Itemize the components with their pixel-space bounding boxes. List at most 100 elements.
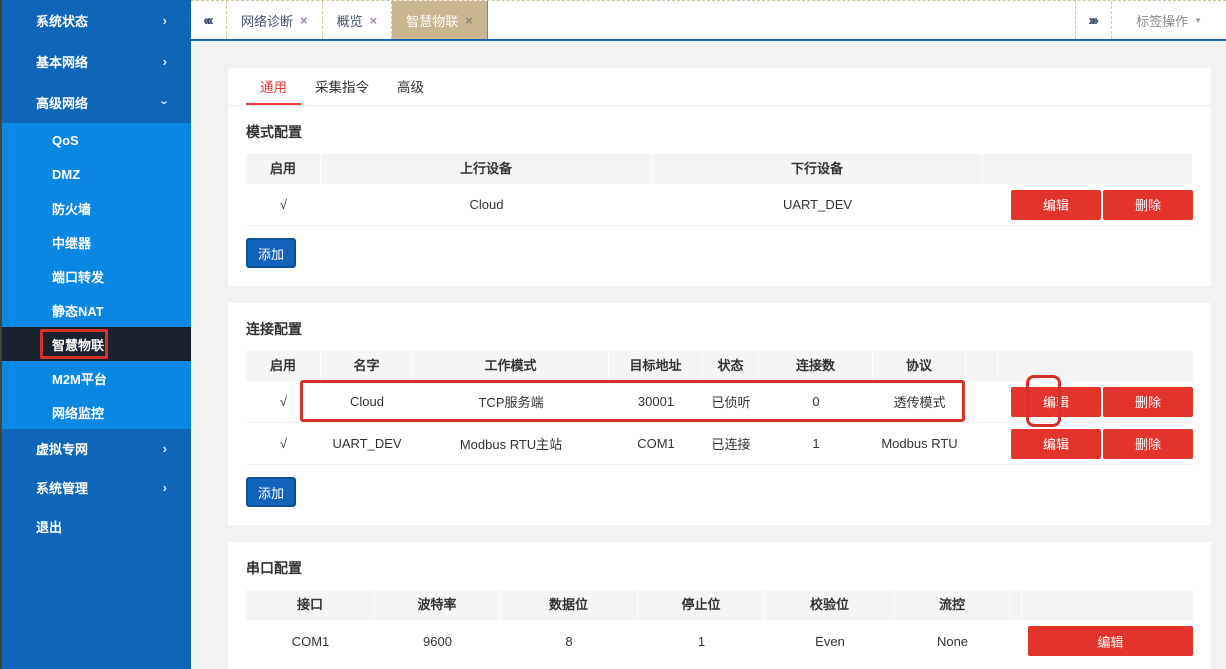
tab-advanced[interactable]: 高级 — [383, 68, 438, 105]
add-button[interactable]: 添加 — [246, 477, 296, 507]
tab-label: 智慧物联 — [406, 11, 458, 30]
col-header-interface: 接口 — [246, 590, 375, 620]
sidebar-item-smart-iot[interactable]: 智慧物联 — [0, 327, 191, 361]
sidebar: 系统状态 › 基本网络 › 高级网络 › QoS DMZ 防火墙 中继器 端口转… — [0, 0, 191, 669]
sidebar-item-advanced-network[interactable]: 高级网络 › — [0, 82, 191, 123]
col-header-spacer — [1010, 590, 1022, 620]
delete-button[interactable]: 删除 — [1103, 429, 1193, 459]
col-header-name: 名字 — [321, 351, 413, 381]
sidebar-item-label: 高级网络 — [36, 93, 88, 112]
sidebar-item-port-forwarding[interactable]: 端口转发 — [0, 259, 191, 293]
tab-label: 网络诊断 — [241, 11, 293, 30]
sub-item-label: DMZ — [52, 167, 80, 182]
cell-protocol: 透传模式 — [873, 392, 966, 411]
sub-item-label: 静态NAT — [52, 301, 104, 320]
connection-config-table: 启用 名字 工作模式 目标地址 状态 连接数 协议 √ Cloud TCP服务端… — [246, 351, 1193, 465]
sub-item-label: 中继器 — [52, 233, 91, 252]
sidebar-item-static-nat[interactable]: 静态NAT — [0, 293, 191, 327]
panel-connection: 连接配置 启用 名字 工作模式 目标地址 状态 连接数 协议 √ Cloud T… — [228, 303, 1211, 525]
sub-item-label: QoS — [52, 133, 79, 148]
chevron-right-icon: › — [163, 441, 167, 456]
close-icon[interactable]: × — [300, 13, 308, 28]
col-header-status: 状态 — [703, 351, 759, 381]
tab-menu-label: 标签操作 — [1136, 11, 1188, 30]
content-tabs: 通用 采集指令 高级 — [228, 68, 1211, 106]
check-mark: √ — [246, 197, 321, 212]
tab-general[interactable]: 通用 — [246, 68, 301, 105]
sidebar-item-vpn[interactable]: 虚拟专网 › — [0, 429, 191, 468]
chevron-right-icon: › — [163, 13, 167, 28]
tab-operations-menu[interactable]: 标签操作 ▼ — [1111, 1, 1226, 39]
sidebar-item-dmz[interactable]: DMZ — [0, 157, 191, 191]
sub-item-label: 网络监控 — [52, 403, 104, 422]
tab-smart-iot[interactable]: 智慧物联 × — [392, 1, 488, 39]
sidebar-bottom: 虚拟专网 › 系统管理 › 退出 — [0, 429, 191, 546]
section-title: 串口配置 — [246, 558, 1193, 578]
sidebar-item-network-monitor[interactable]: 网络监控 — [0, 395, 191, 429]
col-header-enable: 启用 — [246, 154, 321, 184]
col-header-work-mode: 工作模式 — [413, 351, 609, 381]
delete-button[interactable]: 删除 — [1103, 190, 1193, 220]
cell-protocol: Modbus RTU — [873, 436, 966, 451]
double-chevron-right-icon: » — [1091, 12, 1099, 29]
check-mark: √ — [246, 436, 321, 451]
table-row-com1: COM1 9600 8 1 Even None 编辑 — [246, 620, 1193, 662]
window-edge — [0, 0, 2, 669]
edit-button[interactable]: 编辑 — [1011, 387, 1101, 417]
cell-name: UART_DEV — [321, 436, 413, 451]
section-gap — [228, 525, 1211, 542]
sub-item-label: 智慧物联 — [52, 335, 104, 354]
sidebar-item-system-status[interactable]: 系统状态 › — [0, 0, 191, 41]
table-row-uart: √ UART_DEV Modbus RTU主站 COM1 已连接 1 Modbu… — [246, 423, 1193, 465]
panel-serial: 串口配置 接口 波特率 数据位 停止位 校验位 流控 COM1 9600 8 1 — [228, 542, 1211, 669]
ctab-label: 高级 — [397, 76, 424, 96]
close-icon[interactable]: × — [465, 13, 473, 28]
edit-button[interactable]: 编辑 — [1028, 626, 1193, 656]
sidebar-item-logout[interactable]: 退出 — [0, 507, 191, 546]
tab-collection-commands[interactable]: 采集指令 — [301, 68, 383, 105]
cell-target-address: 30001 — [609, 394, 703, 409]
col-header-parity: 校验位 — [765, 590, 895, 620]
sidebar-item-label: 系统状态 — [36, 11, 88, 30]
sidebar-item-label: 退出 — [36, 517, 62, 536]
cell-parity: Even — [765, 634, 895, 649]
scroll-tabs-right-icon[interactable]: »» — [1075, 1, 1111, 39]
col-header-actions — [998, 351, 1193, 381]
serial-config-table: 接口 波特率 数据位 停止位 校验位 流控 COM1 9600 8 1 Even… — [246, 590, 1193, 662]
chevron-down-icon: › — [157, 100, 172, 104]
cell-target-address: COM1 — [609, 436, 703, 451]
tab-overview[interactable]: 概览 × — [323, 1, 393, 39]
sidebar-item-firewall[interactable]: 防火墙 — [0, 191, 191, 225]
sub-item-label: 防火墙 — [52, 199, 91, 218]
cell-work-mode: Modbus RTU主站 — [413, 434, 609, 453]
tab-network-diagnosis[interactable]: 网络诊断 × — [227, 1, 323, 39]
cell-flow-control: None — [895, 634, 1010, 649]
table-row-cloud: √ Cloud TCP服务端 30001 已侦听 0 透传模式 编辑 删除 — [246, 381, 1193, 423]
col-header-enable: 启用 — [246, 351, 321, 381]
sidebar-item-repeater[interactable]: 中继器 — [0, 225, 191, 259]
chevron-right-icon: › — [163, 54, 167, 69]
sidebar-item-basic-network[interactable]: 基本网络 › — [0, 41, 191, 82]
cell-upstream: Cloud — [321, 197, 652, 212]
section-gap — [228, 286, 1211, 303]
sidebar-item-system-management[interactable]: 系统管理 › — [0, 468, 191, 507]
cell-status: 已连接 — [703, 434, 759, 453]
edit-button[interactable]: 编辑 — [1011, 190, 1101, 220]
tabbar-spacer — [488, 1, 1075, 39]
cell-connection-count: 1 — [759, 436, 873, 451]
col-header-stop-bits: 停止位 — [638, 590, 765, 620]
sidebar-item-qos[interactable]: QoS — [0, 123, 191, 157]
scroll-tabs-left-icon[interactable]: «« — [191, 1, 227, 39]
edit-button[interactable]: 编辑 — [1011, 429, 1101, 459]
col-header-target-address: 目标地址 — [609, 351, 703, 381]
sidebar-item-m2m-platform[interactable]: M2M平台 — [0, 361, 191, 395]
delete-button[interactable]: 删除 — [1103, 387, 1193, 417]
col-header-connection-count: 连接数 — [759, 351, 873, 381]
col-header-spacer — [966, 351, 998, 381]
close-icon[interactable]: × — [370, 13, 378, 28]
caret-down-icon: ▼ — [1194, 16, 1202, 25]
table-header-row: 启用 名字 工作模式 目标地址 状态 连接数 协议 — [246, 351, 1193, 381]
sub-item-label: M2M平台 — [52, 369, 107, 388]
sidebar-item-label: 基本网络 — [36, 52, 88, 71]
add-button[interactable]: 添加 — [246, 238, 296, 268]
